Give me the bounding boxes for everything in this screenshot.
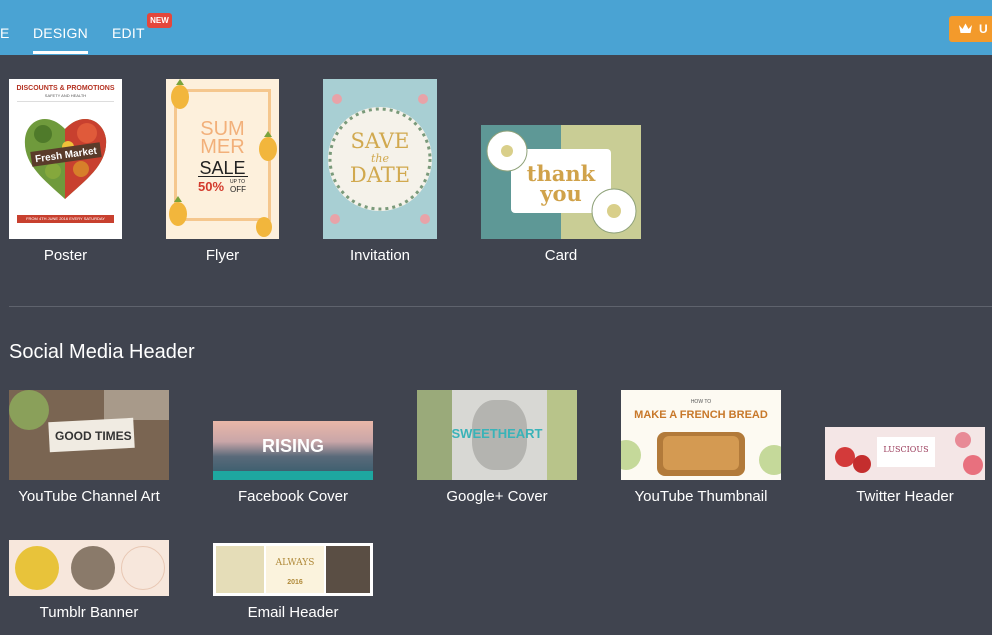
- card-you: you: [540, 181, 582, 206]
- design-type-label[interactable]: Invitation: [323, 247, 437, 264]
- crown-icon: [959, 23, 972, 33]
- google-plus-cover-thumbnail[interactable]: SWEETHEART: [417, 390, 577, 480]
- design-type-label[interactable]: Poster: [9, 247, 122, 264]
- nav-item-partial[interactable]: E: [0, 0, 10, 55]
- email-year: 2016: [287, 579, 303, 586]
- email-header-thumbnail[interactable]: ALWAYS 2016: [213, 543, 373, 596]
- flyer-summer-line2: MER: [200, 136, 245, 158]
- youtube-thumbnail-thumbnail[interactable]: HOW TO MAKE A FRENCH BREAD: [621, 390, 781, 480]
- youtube-channel-art-thumbnail[interactable]: GOOD TIMES: [9, 390, 169, 480]
- social-header-label[interactable]: Twitter Header: [825, 488, 985, 505]
- flyer-sale: SALE: [199, 158, 246, 178]
- poster-date: FROM 4TH JUNE 2016 EVERY SATURDAY: [26, 216, 105, 221]
- social-header-label[interactable]: Email Header: [213, 604, 373, 621]
- facebook-cover-thumbnail[interactable]: RISING: [213, 421, 373, 480]
- poster-subtitle: SAFETY AND HEALTH: [44, 93, 87, 98]
- poster-thumbnail[interactable]: DISCOUNTS & PROMOTIONS SAFETY AND HEALTH…: [9, 79, 122, 239]
- section-divider: [9, 306, 992, 307]
- social-header-label[interactable]: YouTube Channel Art: [9, 488, 169, 505]
- top-navigation-bar: E DESIGN EDIT NEW U: [0, 0, 992, 55]
- yt-thumb-text: MAKE A FRENCH BREAD: [634, 409, 768, 421]
- poster-title: DISCOUNTS & PROMOTIONS: [16, 85, 115, 92]
- social-header-label[interactable]: YouTube Thumbnail: [621, 488, 781, 505]
- invitation-thumbnail[interactable]: SAVE the DATE: [323, 79, 437, 239]
- nav-tab-design[interactable]: DESIGN: [33, 0, 88, 55]
- invitation-save: SAVE: [350, 129, 410, 153]
- new-badge: NEW: [147, 13, 172, 28]
- flyer-percent: 50%: [198, 179, 225, 194]
- social-header-label[interactable]: Tumblr Banner: [9, 604, 169, 621]
- nav-tab-edit[interactable]: EDIT: [112, 0, 145, 55]
- social-header-label[interactable]: Facebook Cover: [213, 488, 373, 505]
- twitter-text: LUSCIOUS: [883, 445, 929, 454]
- invitation-date: DATE: [349, 163, 411, 187]
- twitter-header-thumbnail[interactable]: LUSCIOUS: [825, 427, 985, 480]
- yt-art-text: GOOD TIMES: [55, 429, 132, 443]
- social-header-label[interactable]: Google+ Cover: [417, 488, 577, 505]
- tumblr-banner-thumbnail[interactable]: [9, 540, 169, 596]
- gplus-text: SWEETHEART: [451, 426, 543, 441]
- flyer-off: OFF: [230, 185, 246, 194]
- card-thumbnail[interactable]: thank you: [481, 125, 641, 239]
- upgrade-label: U: [979, 22, 988, 36]
- upgrade-button[interactable]: U: [949, 16, 992, 42]
- email-text: ALWAYS: [275, 558, 315, 568]
- yt-thumb-howto: HOW TO: [690, 399, 712, 405]
- flyer-thumbnail[interactable]: SUM MER SALE 50% UP TO OFF: [166, 79, 279, 239]
- social-media-header-title: Social Media Header: [9, 341, 195, 363]
- fb-cover-text: RISING: [261, 436, 324, 456]
- design-type-label[interactable]: Flyer: [166, 247, 279, 264]
- design-type-label[interactable]: Card: [481, 247, 641, 264]
